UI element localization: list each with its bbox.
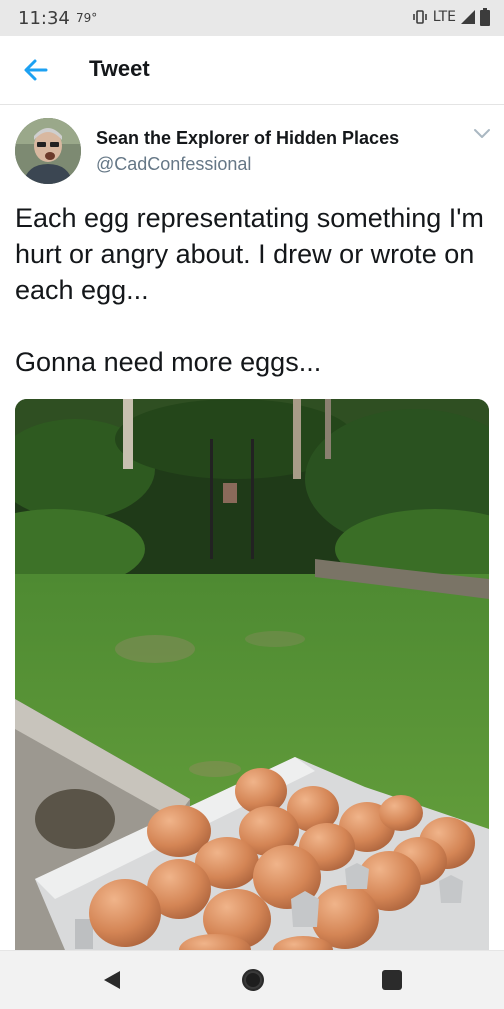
vibrate-icon <box>412 10 427 24</box>
recents-square-icon[interactable] <box>381 969 403 991</box>
back-triangle-icon[interactable] <box>100 968 124 992</box>
app-bar: Tweet <box>0 36 504 105</box>
battery-icon <box>480 8 490 26</box>
page-title: Tweet <box>89 56 150 81</box>
avatar[interactable] <box>15 118 81 184</box>
network-type: LTE <box>432 9 456 25</box>
status-time: 11:34 <box>18 8 70 29</box>
author-name[interactable]: Sean the Explorer of Hidden Places <box>96 128 399 149</box>
status-bar: 11:34 79° LTE <box>0 0 504 36</box>
photo-illustration <box>15 399 489 950</box>
arrow-left-icon[interactable] <box>20 54 52 86</box>
home-circle-icon[interactable] <box>240 967 266 993</box>
status-temperature: 79° <box>76 11 98 25</box>
chevron-down-icon[interactable] <box>472 126 492 140</box>
author-handle[interactable]: @CadConfessional <box>96 154 251 175</box>
system-nav-bar <box>0 950 504 1009</box>
status-icons: LTE <box>411 8 490 26</box>
signal-icon <box>461 10 475 24</box>
tweet-text: Each egg representating something I'm hu… <box>15 203 484 377</box>
tweet-photo[interactable] <box>15 399 489 950</box>
